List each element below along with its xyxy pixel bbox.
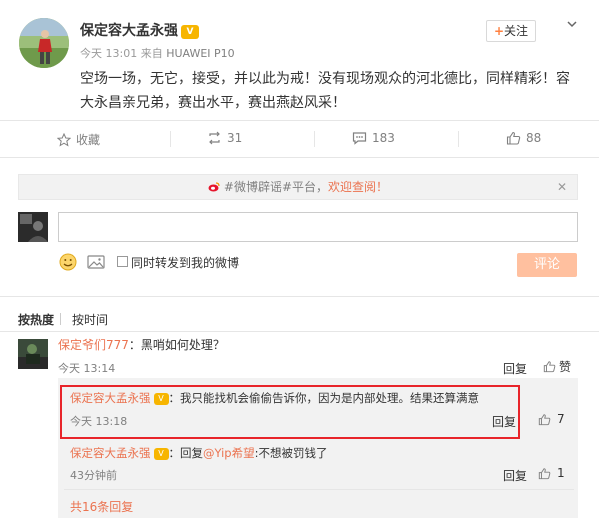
rumor-tip-bar: #微博辟谣#平台，欢迎查阅！ ✕ bbox=[18, 174, 578, 200]
reply-button[interactable]: 回复 bbox=[492, 413, 516, 430]
divider bbox=[314, 131, 315, 147]
forward-checkbox[interactable] bbox=[117, 256, 128, 267]
view-all-replies-link[interactable]: 共16条回复 bbox=[70, 498, 133, 515]
reply-button[interactable]: 回复 bbox=[503, 467, 527, 484]
favorite-label: 收藏 bbox=[76, 133, 101, 147]
tip-hashtag[interactable]: #微博辟谣#平台， bbox=[224, 180, 328, 194]
divider bbox=[60, 313, 61, 325]
author-avatar[interactable] bbox=[19, 18, 69, 68]
tab-sort-time[interactable]: 按时间 bbox=[72, 311, 108, 328]
follow-button[interactable]: +关注 bbox=[486, 20, 536, 42]
divider bbox=[170, 131, 171, 147]
reply-author[interactable]: 保定容大孟永强 bbox=[70, 446, 151, 460]
thumbs-up-icon bbox=[506, 131, 521, 145]
tip-link[interactable]: 欢迎查阅！ bbox=[328, 180, 388, 194]
like-button[interactable]: 7 bbox=[538, 412, 565, 426]
commenter-avatar[interactable] bbox=[18, 339, 48, 369]
comment-input[interactable] bbox=[58, 212, 578, 242]
follow-label: 关注 bbox=[504, 24, 529, 38]
comment-icon bbox=[352, 132, 367, 145]
like-count: 88 bbox=[526, 131, 542, 145]
comment-text: 保定爷们777：黑哨如何处理？ bbox=[58, 338, 225, 352]
current-user-avatar[interactable] bbox=[18, 212, 48, 242]
like-count: 1 bbox=[557, 466, 565, 480]
like-label: 赞 bbox=[559, 360, 572, 374]
image-icon[interactable] bbox=[87, 253, 105, 274]
star-icon bbox=[57, 132, 71, 147]
favorite-button[interactable]: 收藏 bbox=[57, 131, 100, 148]
mention-link[interactable]: @Yip希望 bbox=[203, 446, 255, 460]
reply-time: 今天 13:18 bbox=[70, 415, 128, 428]
author-name[interactable]: 保定容大孟永强 V bbox=[80, 20, 199, 40]
comment-count: 183 bbox=[372, 131, 395, 145]
post-time[interactable]: 今天 13:01 bbox=[80, 47, 137, 60]
vip-badge-icon: V bbox=[153, 393, 169, 405]
vip-badge-icon: V bbox=[153, 448, 169, 460]
repost-icon bbox=[209, 131, 220, 145]
divider bbox=[0, 157, 599, 158]
chevron-down-icon[interactable] bbox=[566, 18, 578, 34]
source-prefix: 来自 bbox=[140, 47, 163, 60]
post-device[interactable]: HUAWEI P10 bbox=[166, 47, 234, 60]
reply-button[interactable]: 回复 bbox=[503, 360, 527, 377]
divider bbox=[64, 489, 574, 490]
comment-button[interactable]: 183 bbox=[352, 131, 395, 145]
submit-comment-button[interactable]: 评论 bbox=[517, 253, 577, 277]
tab-sort-hot[interactable]: 按热度 bbox=[18, 311, 54, 328]
reply-time: 43分钟前 bbox=[70, 469, 117, 482]
divider bbox=[0, 120, 599, 121]
like-button[interactable]: 赞 bbox=[543, 358, 571, 375]
forward-label[interactable]: 同时转发到我的微博 bbox=[131, 254, 239, 271]
like-count: 7 bbox=[557, 412, 565, 426]
reply-text: 保定容大孟永强 V ：回复@Yip希望:不想被罚钱了 bbox=[70, 446, 328, 460]
repost-count: 31 bbox=[227, 131, 243, 145]
emoji-icon[interactable] bbox=[59, 253, 77, 274]
vip-badge-icon: V bbox=[181, 25, 199, 39]
divider bbox=[458, 131, 459, 147]
like-button[interactable]: 88 bbox=[506, 131, 541, 145]
comment-time: 今天 13:14 bbox=[58, 362, 116, 375]
divider bbox=[0, 296, 599, 297]
thumbs-up-icon bbox=[543, 361, 556, 373]
thumbs-up-icon bbox=[538, 467, 551, 479]
repost-button[interactable]: 31 bbox=[207, 131, 242, 145]
reply-author[interactable]: 保定容大孟永强 bbox=[70, 391, 151, 405]
close-icon[interactable]: ✕ bbox=[557, 175, 567, 199]
thumbs-up-icon bbox=[538, 413, 551, 425]
post-meta: 今天 13:01 来自 HUAWEI P10 bbox=[80, 45, 235, 61]
like-button[interactable]: 1 bbox=[538, 466, 565, 480]
reply-text: 保定容大孟永强 V ：我只能找机会偷偷告诉你，因为是内部处理。结果还算满意 bbox=[70, 391, 479, 405]
post-text: 空场一场，无它，接受，并以此为戒！没有现场观众的河北德比，同样精彩！容大永昌亲兄… bbox=[80, 71, 570, 111]
plus-icon: + bbox=[493, 24, 505, 38]
comment-author[interactable]: 保定爷们777 bbox=[58, 338, 129, 352]
weibo-icon bbox=[208, 176, 220, 192]
divider bbox=[0, 331, 599, 332]
